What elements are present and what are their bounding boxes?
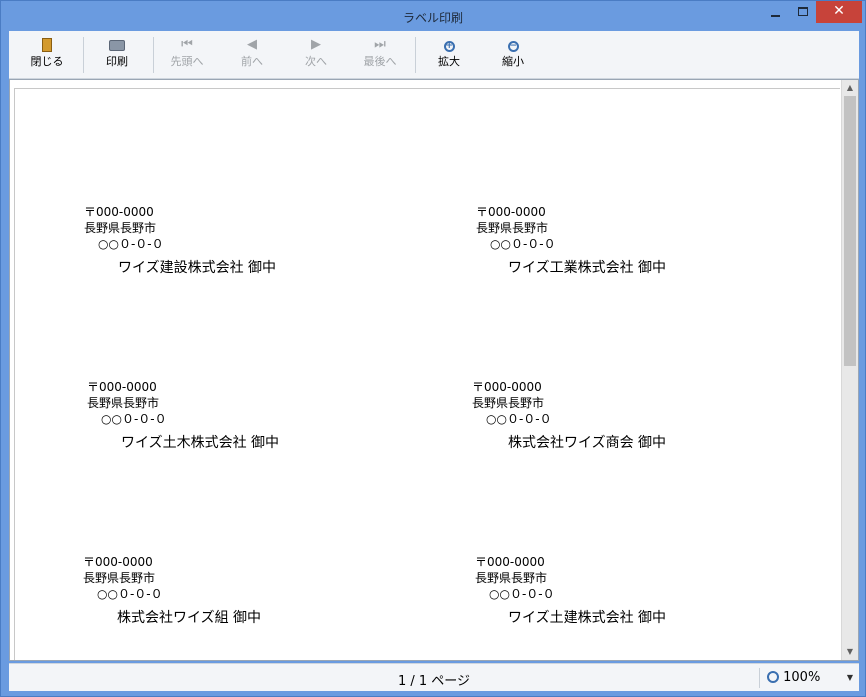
label-address-line1: 長野県長野市 <box>476 221 549 235</box>
last-page-icon: ⏭ <box>374 37 386 52</box>
label-address-line1: 長野県長野市 <box>475 571 548 585</box>
print-button-label: 印刷 <box>106 55 128 68</box>
label-recipient: 株式会社ワイズ商会 御中 <box>508 435 667 451</box>
label-address-line2: ○○０-０-０ <box>101 412 167 426</box>
label-address-line1: 長野県長野市 <box>84 221 157 235</box>
print-button[interactable]: 印刷 <box>89 35 145 75</box>
address-label: 〒000-0000 長野県長野市 ○○０-０-０ ワイズ建設株式会社 御中 <box>84 203 444 303</box>
address-label: 〒000-0000 長野県長野市 ○○０-０-０ ワイズ土建株式会社 御中 <box>475 553 835 653</box>
toolbar-separator <box>153 37 154 73</box>
label-recipient: ワイズ土建株式会社 御中 <box>508 610 667 626</box>
page-indicator: 1 / 1 ページ <box>397 674 471 689</box>
label-address-line1: 長野県長野市 <box>87 396 160 410</box>
maximize-button[interactable] <box>789 1 817 23</box>
chevron-down-icon: ▼ <box>846 673 853 682</box>
previous-page-label: 前へ <box>241 55 263 68</box>
first-page-button[interactable]: ⏮ 先頭へ <box>159 35 215 75</box>
next-page-label: 次へ <box>305 55 327 68</box>
next-icon: ▶ <box>311 37 321 52</box>
printer-icon <box>109 40 125 51</box>
title-bar[interactable]: ラベル印刷 ✕ <box>1 1 865 31</box>
close-icon: ✕ <box>833 3 845 19</box>
label-recipient: ワイズ土木株式会社 御中 <box>121 435 280 451</box>
previous-page-button[interactable]: ◀ 前へ <box>224 35 280 75</box>
status-bar: 1 / 1 ページ 100% ▼ <box>9 663 859 691</box>
next-page-button[interactable]: ▶ 次へ <box>288 35 344 75</box>
zoom-dropdown[interactable]: 100% ▼ <box>767 668 853 688</box>
label-zip: 〒000-0000 <box>476 205 546 219</box>
preview-viewport[interactable]: 〒000-0000 長野県長野市 ○○０-０-０ ワイズ建設株式会社 御中 〒0… <box>9 79 859 661</box>
label-address-line2: ○○０-０-０ <box>98 237 164 251</box>
toolbar: 閉じる 印刷 ⏮ 先頭へ ◀ 前へ ▶ 次へ ⏭ 最後へ + 拡大 − 縮小 <box>9 31 859 79</box>
label-recipient: ワイズ工業株式会社 御中 <box>508 260 667 276</box>
minimize-button[interactable] <box>761 1 789 23</box>
label-address-line2: ○○０-０-０ <box>486 412 552 426</box>
toolbar-separator <box>83 37 84 73</box>
zoom-out-button[interactable]: − 縮小 <box>485 35 541 75</box>
label-address-line2: ○○０-０-０ <box>490 237 556 251</box>
label-zip: 〒000-0000 <box>87 380 157 394</box>
previous-icon: ◀ <box>247 37 257 52</box>
door-icon <box>42 38 52 52</box>
toolbar-separator <box>415 37 416 73</box>
close-window-button[interactable]: ✕ <box>816 1 862 23</box>
first-page-icon: ⏮ <box>181 37 193 52</box>
scroll-down-arrow-icon[interactable]: ▼ <box>842 644 858 660</box>
address-label: 〒000-0000 長野県長野市 ○○０-０-０ 株式会社ワイズ商会 御中 <box>472 378 832 478</box>
status-separator <box>759 668 760 688</box>
address-label: 〒000-0000 長野県長野市 ○○０-０-０ ワイズ工業株式会社 御中 <box>476 203 836 303</box>
close-button[interactable]: 閉じる <box>19 35 75 75</box>
zoom-in-label: 拡大 <box>438 55 460 68</box>
label-address-line1: 長野県長野市 <box>83 571 156 585</box>
label-recipient: ワイズ建設株式会社 御中 <box>118 260 277 276</box>
preview-page: 〒000-0000 長野県長野市 ○○０-０-０ ワイズ建設株式会社 御中 〒0… <box>14 88 840 660</box>
close-button-label: 閉じる <box>30 55 64 68</box>
scrollbar-thumb[interactable] <box>844 96 856 366</box>
scroll-up-arrow-icon[interactable]: ▲ <box>842 80 858 96</box>
zoom-icon <box>767 671 779 683</box>
address-label: 〒000-0000 長野県長野市 ○○０-０-０ 株式会社ワイズ組 御中 <box>83 553 443 653</box>
zoom-out-label: 縮小 <box>502 55 524 68</box>
zoom-in-button[interactable]: + 拡大 <box>421 35 477 75</box>
label-print-window: ラベル印刷 ✕ 閉じる 印刷 ⏮ 先頭へ ◀ 前へ ▶ 次へ ⏭ 最後へ + 拡… <box>0 0 866 697</box>
label-address-line1: 長野県長野市 <box>472 396 545 410</box>
last-page-button[interactable]: ⏭ 最後へ <box>352 35 408 75</box>
address-label: 〒000-0000 長野県長野市 ○○０-０-０ ワイズ土木株式会社 御中 <box>87 378 447 478</box>
zoom-value: 100% <box>783 670 821 685</box>
label-zip: 〒000-0000 <box>472 380 542 394</box>
last-page-label: 最後へ <box>363 55 397 68</box>
first-page-label: 先頭へ <box>170 55 204 68</box>
vertical-scrollbar[interactable]: ▲ ▼ <box>841 80 858 660</box>
label-zip: 〒000-0000 <box>84 205 154 219</box>
minimize-icon <box>770 15 780 17</box>
label-address-line2: ○○０-０-０ <box>489 587 555 601</box>
label-address-line2: ○○０-０-０ <box>97 587 163 601</box>
maximize-icon <box>798 7 808 16</box>
label-recipient: 株式会社ワイズ組 御中 <box>117 610 262 626</box>
label-zip: 〒000-0000 <box>475 555 545 569</box>
label-zip: 〒000-0000 <box>83 555 153 569</box>
window-title: ラベル印刷 <box>402 11 463 25</box>
zoom-out-icon: − <box>507 41 519 52</box>
zoom-in-icon: + <box>443 41 455 52</box>
